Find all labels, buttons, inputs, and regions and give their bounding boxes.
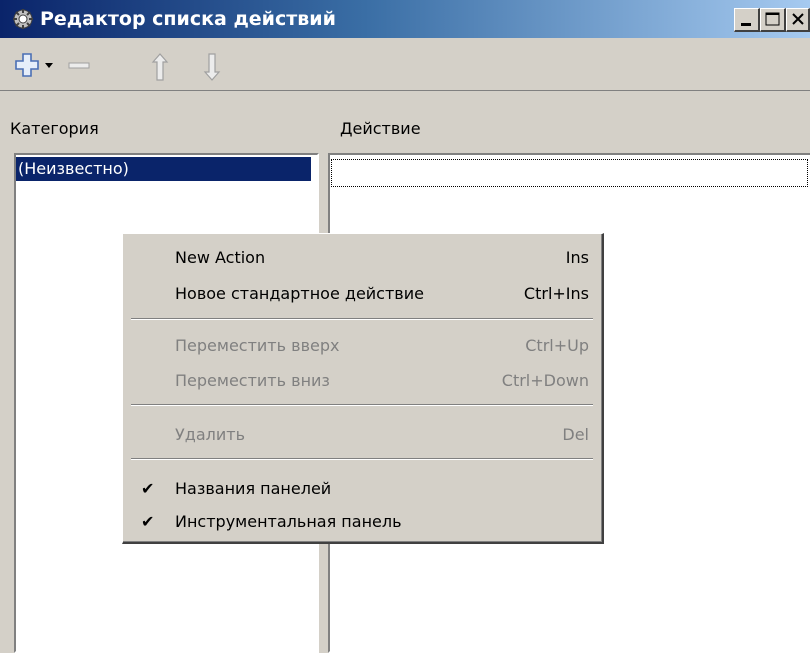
arrow-down-icon[interactable] (202, 52, 222, 82)
window-title: Редактор списка действий (40, 8, 336, 30)
action-column-header: Действие (340, 119, 421, 138)
menu-item-toolbar[interactable]: ✔ Инструментальная панель (123, 508, 601, 536)
menu-item-label: Удалить (175, 425, 245, 444)
minimize-icon (741, 23, 751, 26)
menu-item-move-down[interactable]: Переместить вниз Ctrl+Down (123, 367, 601, 395)
toolbar (0, 38, 810, 91)
maximize-icon (765, 12, 780, 26)
checkmark-icon: ✔ (141, 479, 155, 498)
close-icon (792, 13, 804, 25)
maximize-button[interactable] (760, 8, 786, 32)
menu-item-delete[interactable]: Удалить Del (123, 421, 601, 449)
menu-item-shortcut: Del (562, 425, 589, 444)
action-focus-row[interactable] (331, 159, 808, 187)
menu-item-shortcut: Ctrl+Ins (523, 284, 589, 303)
menu-item-new-action[interactable]: New Action Ins (123, 244, 601, 272)
menu-item-shortcut: Ctrl+Up (525, 336, 589, 355)
title-bar[interactable]: Редактор списка действий (0, 0, 810, 38)
minimize-button[interactable] (734, 8, 760, 32)
menu-item-label: Переместить вниз (175, 371, 330, 390)
chevron-down-icon[interactable] (44, 62, 54, 70)
menu-item-move-up[interactable]: Переместить вверх Ctrl+Up (123, 332, 601, 360)
context-menu: New Action Ins Новое стандартное действи… (122, 233, 604, 544)
menu-separator (131, 458, 593, 460)
menu-item-label: Инструментальная панель (175, 512, 402, 531)
plus-icon[interactable] (14, 52, 40, 78)
checkmark-icon: ✔ (141, 512, 155, 531)
app-gear-icon (13, 9, 33, 29)
minus-icon[interactable] (68, 62, 90, 70)
menu-item-shortcut: Ins (565, 248, 589, 267)
menu-item-label: Переместить вверх (175, 336, 340, 355)
menu-item-new-standard-action[interactable]: Новое стандартное действие Ctrl+Ins (123, 280, 601, 308)
close-button[interactable] (786, 8, 810, 32)
arrow-up-icon[interactable] (150, 52, 170, 82)
menu-item-shortcut: Ctrl+Down (501, 371, 589, 390)
menu-separator (131, 318, 593, 320)
category-item-unknown[interactable]: (Неизвестно) (16, 157, 311, 181)
menu-item-label: Новое стандартное действие (175, 284, 424, 303)
menu-separator (131, 404, 593, 406)
menu-item-label: Названия панелей (175, 479, 332, 498)
menu-item-label: New Action (175, 248, 266, 267)
category-column-header: Категория (10, 119, 99, 138)
menu-item-panel-captions[interactable]: ✔ Названия панелей (123, 475, 601, 503)
